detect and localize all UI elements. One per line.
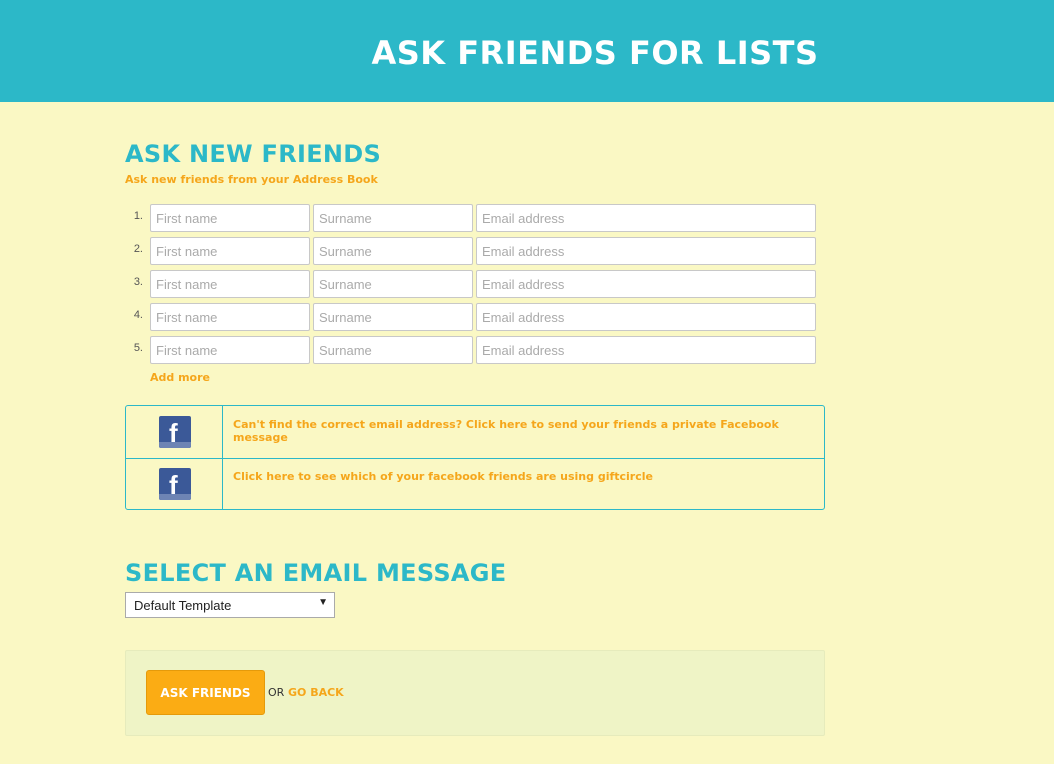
first-name-input[interactable] (150, 270, 310, 298)
row-number: 4. (133, 309, 143, 321)
facebook-friends-link[interactable]: Click here to see which of your facebook… (233, 470, 653, 483)
first-name-input[interactable] (150, 336, 310, 364)
email-section-title: SELECT AN EMAIL MESSAGE (125, 559, 507, 587)
add-more-link[interactable]: Add more (150, 371, 210, 384)
action-panel: ASK FRIENDS OR GO BACK (125, 650, 825, 736)
chevron-down-icon: ▼ (318, 597, 328, 608)
row-number: 5. (133, 342, 143, 354)
row-number: 3. (133, 276, 143, 288)
facebook-icon[interactable]: f (159, 468, 191, 500)
page-title: ASK FRIENDS FOR LISTS (371, 34, 819, 72)
go-back-link[interactable]: GO BACK (288, 686, 344, 699)
facebook-icon-cell: f (126, 406, 223, 458)
facebook-options-box: f Can't find the correct email address? … (125, 405, 825, 510)
selected-template: Default Template (134, 598, 232, 613)
ask-friends-button[interactable]: ASK FRIENDS (146, 670, 265, 715)
email-input[interactable] (476, 204, 816, 232)
facebook-icon[interactable]: f (159, 416, 191, 448)
email-input[interactable] (476, 270, 816, 298)
first-name-input[interactable] (150, 303, 310, 331)
surname-input[interactable] (313, 336, 473, 364)
surname-input[interactable] (313, 237, 473, 265)
row-number: 2. (133, 243, 143, 255)
surname-input[interactable] (313, 270, 473, 298)
first-name-input[interactable] (150, 204, 310, 232)
ask-section-subtitle: Ask new friends from your Address Book (125, 173, 378, 186)
facebook-message-row: f Can't find the correct email address? … (126, 406, 824, 459)
email-template-select[interactable]: Default Template ▼ (125, 592, 335, 618)
email-input[interactable] (476, 336, 816, 364)
surname-input[interactable] (313, 303, 473, 331)
surname-input[interactable] (313, 204, 473, 232)
facebook-icon-cell: f (126, 458, 223, 510)
email-input[interactable] (476, 237, 816, 265)
first-name-input[interactable] (150, 237, 310, 265)
header-bar: ASK FRIENDS FOR LISTS (0, 0, 1054, 102)
facebook-friends-row: f Click here to see which of your facebo… (126, 458, 824, 510)
or-text: OR (268, 686, 285, 699)
email-input[interactable] (476, 303, 816, 331)
ask-section-title: ASK NEW FRIENDS (125, 140, 382, 168)
facebook-message-link[interactable]: Can't find the correct email address? Cl… (233, 418, 824, 444)
row-number: 1. (133, 210, 143, 222)
